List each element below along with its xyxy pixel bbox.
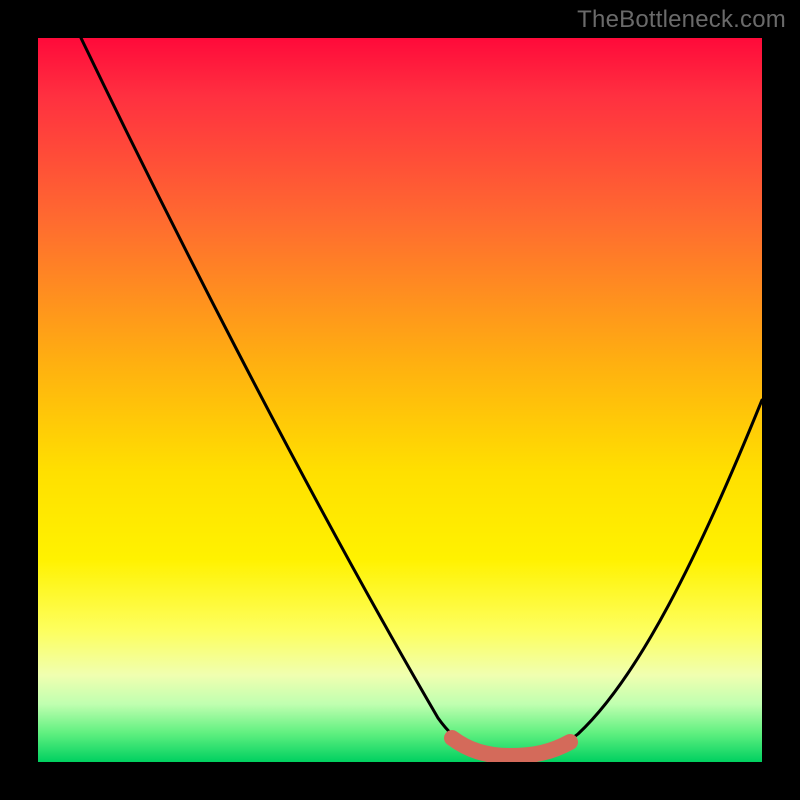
plot-area — [38, 38, 762, 762]
bottleneck-chart: TheBottleneck.com — [0, 0, 800, 800]
watermark-text: TheBottleneck.com — [577, 6, 786, 34]
curve-layer — [38, 38, 762, 762]
highlight-segment — [452, 738, 570, 756]
main-curve — [81, 38, 762, 756]
